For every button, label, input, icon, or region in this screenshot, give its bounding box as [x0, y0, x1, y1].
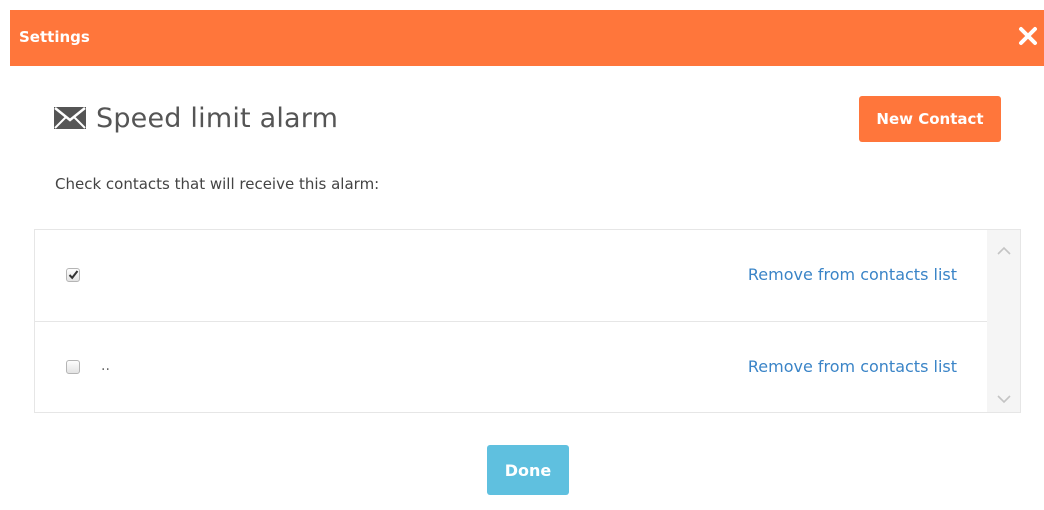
- chevron-up-icon[interactable]: [996, 242, 1012, 255]
- contacts-list-box: Remove from contacts list .. Remove from…: [34, 229, 1021, 413]
- alarm-title: Speed limit alarm: [96, 102, 339, 134]
- scrollbar[interactable]: [987, 230, 1020, 412]
- done-button[interactable]: Done: [487, 445, 569, 495]
- remove-contact-link[interactable]: Remove from contacts list: [748, 357, 957, 376]
- contact-row: Remove from contacts list: [35, 230, 988, 321]
- envelope-icon: [54, 107, 86, 129]
- contact-checkbox[interactable]: [66, 268, 80, 282]
- remove-contact-link[interactable]: Remove from contacts list: [748, 265, 957, 284]
- new-contact-button[interactable]: New Contact: [859, 96, 1001, 142]
- close-icon[interactable]: [1016, 24, 1040, 48]
- contact-row: .. Remove from contacts list: [35, 321, 988, 412]
- contact-name: ..: [101, 358, 110, 374]
- dialog-header: Settings: [10, 10, 1044, 66]
- instructions-text: Check contacts that will receive this al…: [55, 175, 380, 193]
- dialog-title: Settings: [19, 28, 90, 46]
- contact-list: Remove from contacts list .. Remove from…: [35, 230, 988, 412]
- chevron-down-icon[interactable]: [996, 390, 1012, 404]
- contact-checkbox[interactable]: [66, 360, 80, 374]
- alarm-heading: Speed limit alarm: [54, 100, 338, 136]
